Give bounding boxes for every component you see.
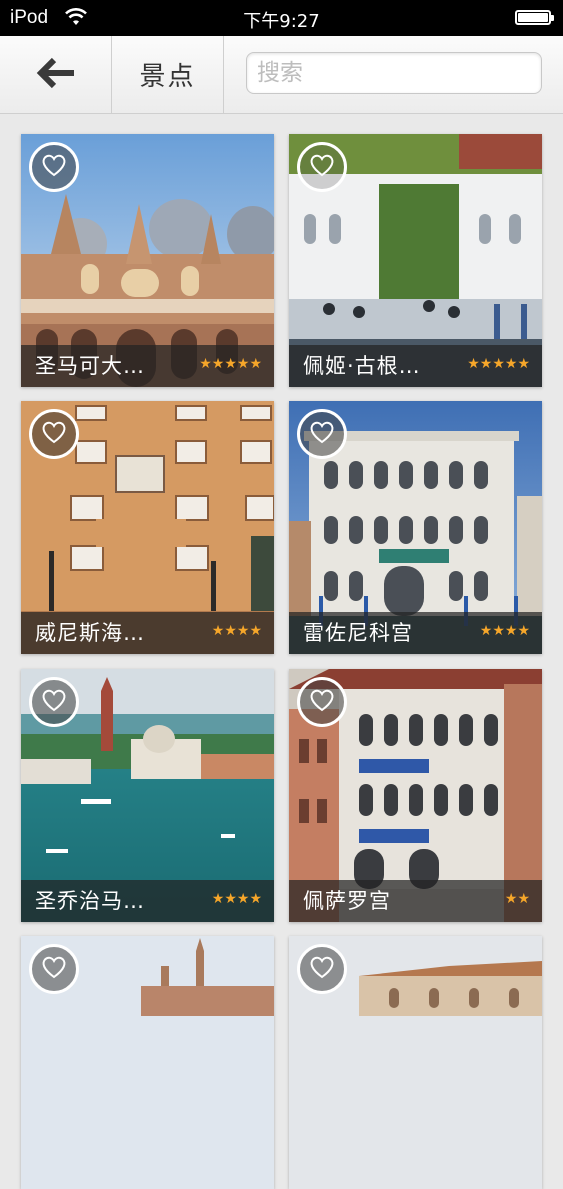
attraction-caption: 圣马可大… ★★★★★ [21, 345, 274, 387]
attraction-card[interactable]: 雷佐尼科宫 ★★★★ [289, 401, 542, 654]
heart-outline-icon [41, 420, 67, 448]
attraction-caption: 佩萨罗宫 ★★ [289, 880, 542, 922]
status-bar: iPod 下午9:27 [0, 0, 563, 36]
heart-outline-icon [309, 688, 335, 716]
star-rating: ★★★★ [479, 623, 530, 639]
attraction-card[interactable]: 圣马可大… ★★★★★ [21, 134, 274, 387]
heart-outline-icon [41, 153, 67, 181]
favorite-button[interactable] [29, 677, 79, 727]
heart-outline-icon [309, 955, 335, 983]
attraction-card[interactable] [289, 936, 542, 1189]
star-rating: ★★★★★ [199, 356, 262, 372]
attraction-card[interactable]: 圣乔治马… ★★★★ [21, 669, 274, 922]
attraction-name: 佩姬·古根… [303, 354, 421, 378]
favorite-button[interactable] [29, 142, 79, 192]
attraction-card[interactable]: 佩姬·古根… ★★★★★ [289, 134, 542, 387]
favorite-button[interactable] [297, 677, 347, 727]
attraction-name: 圣乔治马… [35, 889, 145, 913]
star-rating: ★★★★ [211, 891, 262, 907]
back-button[interactable] [0, 36, 112, 113]
attraction-caption: 威尼斯海… ★★★★ [21, 612, 274, 654]
star-rating: ★★★★★ [467, 356, 530, 372]
attraction-caption: 圣乔治马… ★★★★ [21, 880, 274, 922]
clock: 下午9:27 [243, 11, 320, 32]
heart-outline-icon [309, 153, 335, 181]
favorite-button[interactable] [297, 944, 347, 994]
attraction-caption: 佩姬·古根… ★★★★★ [289, 345, 542, 387]
favorite-button[interactable] [29, 409, 79, 459]
star-rating: ★★★★ [211, 623, 262, 639]
attraction-name: 雷佐尼科宫 [303, 621, 413, 645]
navigation-bar: 景点 [0, 36, 563, 114]
heart-outline-icon [41, 688, 67, 716]
favorite-button[interactable] [297, 142, 347, 192]
battery-icon [515, 10, 554, 25]
page-title: 景点 [112, 36, 224, 113]
favorite-button[interactable] [29, 944, 79, 994]
arrow-left-icon [36, 57, 76, 93]
heart-outline-icon [309, 420, 335, 448]
search-field[interactable] [246, 52, 542, 94]
attraction-card[interactable]: 威尼斯海… ★★★★ [21, 401, 274, 654]
attraction-name: 圣马可大… [35, 354, 145, 378]
attraction-grid: 圣马可大… ★★★★★ 佩姬·古根… ★★★★★ 威尼斯海… ★★★★ 雷佐尼科… [0, 114, 563, 1189]
attraction-name: 威尼斯海… [35, 621, 145, 645]
favorite-button[interactable] [297, 409, 347, 459]
attraction-card[interactable]: 佩萨罗宫 ★★ [289, 669, 542, 922]
heart-outline-icon [41, 955, 67, 983]
attraction-caption: 雷佐尼科宫 ★★★★ [289, 612, 542, 654]
attraction-card[interactable] [21, 936, 274, 1189]
search-input[interactable] [247, 53, 541, 93]
attraction-name: 佩萨罗宫 [303, 889, 391, 913]
star-rating: ★★ [504, 891, 530, 907]
